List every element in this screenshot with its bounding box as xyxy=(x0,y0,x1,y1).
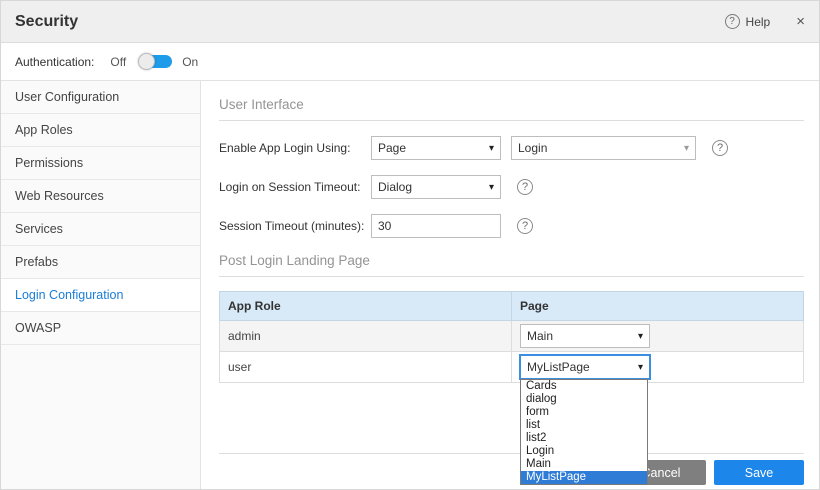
sidebar: User Configuration App Roles Permissions… xyxy=(1,81,201,490)
session-timeout-input[interactable] xyxy=(371,214,501,238)
dropdown-option-main[interactable]: Main xyxy=(521,458,647,471)
dropdown-option-cards[interactable]: Cards xyxy=(521,380,647,393)
page-title: Security xyxy=(15,13,78,31)
authentication-toggle[interactable] xyxy=(138,53,172,70)
caret-down-icon: ▾ xyxy=(638,362,643,373)
form-row-session-timeout-action: Login on Session Timeout: Dialog ▾ ? xyxy=(219,175,804,199)
column-header-page: Page xyxy=(512,292,804,321)
security-window: Security ? Help × Authentication: Off On… xyxy=(0,0,820,490)
dropdown-option-dialog[interactable]: dialog xyxy=(521,393,647,406)
dropdown-option-mylistpage[interactable]: MyListPage xyxy=(521,471,647,484)
help-button[interactable]: ? Help xyxy=(725,14,771,29)
help-icon: ? xyxy=(725,14,740,29)
save-button[interactable]: Save xyxy=(714,460,804,485)
section-title-user-interface: User Interface xyxy=(219,97,804,112)
sidebar-item-owasp[interactable]: OWASP xyxy=(1,312,200,345)
table-row: admin Main ▾ xyxy=(220,321,804,352)
dropdown-option-form[interactable]: form xyxy=(521,406,647,419)
select-value: Dialog xyxy=(378,180,412,194)
form-row-enable-app-login: Enable App Login Using: Page ▾ Login ▾ ? xyxy=(219,136,804,160)
help-icon[interactable]: ? xyxy=(517,218,533,234)
select-value: Page xyxy=(378,141,406,155)
login-page-combobox[interactable]: Login ▾ xyxy=(511,136,696,160)
user-page-select[interactable]: MyListPage ▾ xyxy=(520,355,650,379)
authentication-bar: Authentication: Off On xyxy=(1,43,819,81)
landing-page-table: App Role Page admin Main ▾ xyxy=(219,291,804,383)
chevron-down-icon: ▾ xyxy=(684,143,689,154)
authentication-label: Authentication: xyxy=(15,55,94,69)
help-label: Help xyxy=(746,15,771,29)
session-timeout-minutes-label: Session Timeout (minutes): xyxy=(219,219,371,233)
sidebar-item-permissions[interactable]: Permissions xyxy=(1,147,200,180)
dropdown-option-list2[interactable]: list2 xyxy=(521,432,647,445)
enable-app-login-select[interactable]: Page ▾ xyxy=(371,136,501,160)
select-value: Main xyxy=(527,329,553,343)
window-header: Security ? Help × xyxy=(1,1,819,43)
footer-actions: Cancel Save xyxy=(219,453,804,485)
close-icon[interactable]: × xyxy=(796,13,805,30)
combobox-value: Login xyxy=(518,141,547,155)
session-timeout-action-select[interactable]: Dialog ▾ xyxy=(371,175,501,199)
toggle-off-label: Off xyxy=(110,55,126,69)
page-cell: Main ▾ xyxy=(512,321,804,352)
sidebar-item-user-configuration[interactable]: User Configuration xyxy=(1,81,200,114)
app-role-cell: admin xyxy=(220,321,512,352)
sidebar-item-login-configuration[interactable]: Login Configuration xyxy=(1,279,200,312)
app-role-cell: user xyxy=(220,352,512,383)
caret-down-icon: ▾ xyxy=(489,143,494,154)
enable-app-login-label: Enable App Login Using: xyxy=(219,141,371,155)
caret-down-icon: ▾ xyxy=(489,182,494,193)
main-content: User Interface Enable App Login Using: P… xyxy=(201,81,819,490)
section-divider xyxy=(219,276,804,277)
help-icon[interactable]: ? xyxy=(712,140,728,156)
select-value: MyListPage xyxy=(527,360,590,374)
help-icon[interactable]: ? xyxy=(517,179,533,195)
login-on-session-timeout-label: Login on Session Timeout: xyxy=(219,180,371,194)
section-divider xyxy=(219,120,804,121)
section-title-post-login-landing-page: Post Login Landing Page xyxy=(219,253,804,268)
table-header-row: App Role Page xyxy=(220,292,804,321)
sidebar-item-app-roles[interactable]: App Roles xyxy=(1,114,200,147)
sidebar-item-prefabs[interactable]: Prefabs xyxy=(1,246,200,279)
caret-down-icon: ▾ xyxy=(638,331,643,342)
column-header-app-role: App Role xyxy=(220,292,512,321)
page-dropdown-list: Cards dialog form list list2 Login Main … xyxy=(520,379,648,485)
body: User Configuration App Roles Permissions… xyxy=(1,81,819,490)
sidebar-item-web-resources[interactable]: Web Resources xyxy=(1,180,200,213)
sidebar-item-services[interactable]: Services xyxy=(1,213,200,246)
admin-page-select[interactable]: Main ▾ xyxy=(520,324,650,348)
user-page-select-anchor: MyListPage ▾ Cards dialog form list list… xyxy=(520,355,650,379)
page-cell: MyListPage ▾ Cards dialog form list list… xyxy=(512,352,804,383)
header-actions: ? Help × xyxy=(725,13,805,30)
dropdown-option-list[interactable]: list xyxy=(521,419,647,432)
form-row-session-timeout-minutes: Session Timeout (minutes): ? xyxy=(219,214,804,238)
table-row: user MyListPage ▾ Cards dialog xyxy=(220,352,804,383)
dropdown-option-login[interactable]: Login xyxy=(521,445,647,458)
toggle-on-label: On xyxy=(182,55,198,69)
